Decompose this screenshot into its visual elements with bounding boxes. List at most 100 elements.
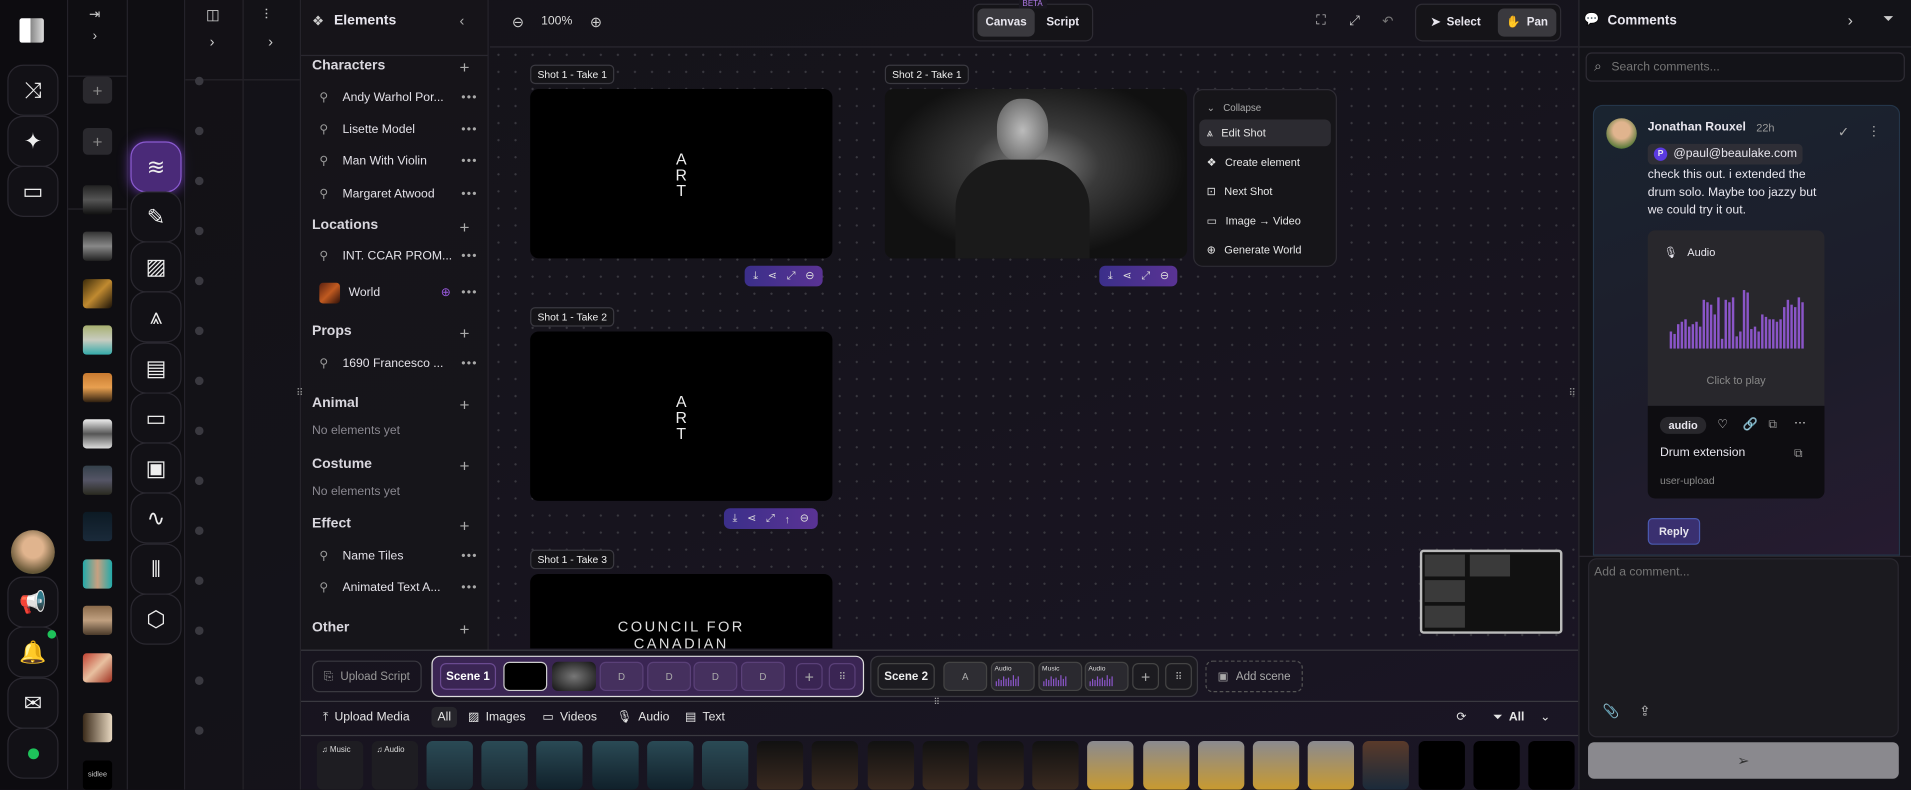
timeline-node[interactable]	[195, 276, 204, 286]
scene-placeholder[interactable]: A	[943, 661, 988, 692]
history-thumbnail[interactable]	[82, 653, 113, 683]
timeline-node[interactable]	[195, 326, 204, 336]
add-other-button[interactable]: +	[459, 619, 469, 639]
media-thumbnail[interactable]	[867, 741, 914, 790]
sparkles-icon[interactable]: ✦	[7, 115, 59, 167]
history-thumbnail[interactable]	[82, 465, 113, 495]
history-thumbnail[interactable]	[82, 559, 113, 589]
cube-icon[interactable]: ⬡	[130, 593, 182, 645]
history-thumbnail[interactable]	[82, 325, 113, 355]
drag-handle-icon[interactable]: ⠿	[1165, 663, 1192, 690]
media-thumbnail[interactable]	[702, 741, 749, 790]
history-thumbnail[interactable]	[82, 511, 113, 542]
resize-handle[interactable]: ⠿	[1569, 388, 1576, 399]
media-tab-audio[interactable]: 🎙 Audio	[617, 711, 670, 724]
remove-icon[interactable]: ⊖	[805, 269, 814, 282]
shot-card[interactable]: COUNCIL FOR CANADIAN	[530, 574, 833, 649]
add-character-button[interactable]: +	[459, 57, 469, 77]
folder-icon[interactable]: ▭	[7, 165, 59, 217]
image-icon[interactable]: ▨	[130, 241, 182, 293]
tab-script[interactable]: Script	[1038, 9, 1087, 37]
add-button[interactable]: +	[82, 76, 113, 104]
chevron-right-icon[interactable]: ›	[1848, 11, 1853, 29]
media-thumbnail[interactable]	[757, 741, 804, 790]
menu-image-to-video[interactable]: ▭ Image → Video	[1199, 207, 1331, 234]
more-icon[interactable]: •••	[461, 357, 477, 370]
scene-audio-clip[interactable]: Audio	[1084, 661, 1129, 692]
shot-card[interactable]	[884, 88, 1188, 259]
add-location-button[interactable]: +	[459, 217, 469, 237]
upload-media-button[interactable]: ⤒ Upload Media	[323, 711, 410, 724]
send-button[interactable]: ➢	[1588, 742, 1899, 779]
fullscreen-icon[interactable]: ⤢	[1349, 13, 1360, 29]
scene-1-label[interactable]: Scene 1	[439, 663, 497, 690]
folder-upload-icon[interactable]: ⇪	[1639, 703, 1650, 719]
scene-2-label[interactable]: Scene 2	[877, 663, 935, 690]
media-thumbnail[interactable]	[426, 741, 473, 790]
shot-card[interactable]: ART	[530, 331, 833, 501]
zoom-in-icon[interactable]: ⊕	[590, 13, 602, 30]
upload-script-button[interactable]: ⎘ Upload Script	[312, 660, 422, 693]
user-avatar[interactable]	[10, 530, 55, 575]
media-thumbnail[interactable]	[812, 741, 859, 790]
add-animal-button[interactable]: +	[459, 395, 469, 415]
media-thumbnail[interactable]	[977, 741, 1024, 790]
film-icon[interactable]: ▤	[130, 342, 182, 394]
timeline-node[interactable]	[195, 76, 204, 86]
element-item[interactable]: ⚲ Andy Warhol Por... •••	[319, 91, 477, 104]
timeline-node[interactable]	[195, 726, 204, 735]
scene-placeholder[interactable]: D	[599, 661, 644, 692]
add-effect-button[interactable]: +	[459, 516, 469, 536]
app-logo[interactable]	[19, 18, 44, 43]
clapperboard-icon[interactable]: ▣	[130, 442, 182, 494]
history-thumbnail[interactable]	[82, 419, 113, 449]
status-button[interactable]	[7, 727, 59, 779]
media-music-item[interactable]: ♫ Music	[316, 741, 364, 790]
layers-icon[interactable]: ≋	[130, 141, 182, 193]
layout-icon[interactable]: ◫	[206, 6, 220, 23]
element-item[interactable]: ⚲ Lisette Model •••	[319, 123, 477, 136]
resize-handle[interactable]: ⠿	[934, 697, 940, 707]
minimap[interactable]	[1419, 549, 1563, 634]
history-thumbnail[interactable]	[82, 279, 113, 309]
more-icon[interactable]: •••	[461, 123, 477, 136]
add-prop-button[interactable]: +	[459, 323, 469, 343]
sign-in-icon[interactable]: ⇥	[89, 6, 100, 22]
media-tab-text[interactable]: ▤ Text	[685, 711, 725, 724]
edit-icon[interactable]: ✎	[130, 191, 182, 243]
expand-icon[interactable]: ⤢	[787, 269, 796, 282]
select-tool-button[interactable]: ➤ Select	[1424, 9, 1489, 37]
element-item[interactable]: ⚲ Name Tiles •••	[319, 550, 477, 563]
reply-button[interactable]: Reply	[1647, 517, 1701, 545]
add-shot-button[interactable]: +	[1132, 663, 1160, 690]
heart-icon[interactable]: ♡	[1717, 418, 1728, 431]
element-item[interactable]: ⚲ Margaret Atwood •••	[319, 188, 477, 201]
element-item-world[interactable]: World ⊕ •••	[319, 282, 477, 304]
scene-shot-thumbnail[interactable]	[552, 661, 596, 692]
scene-placeholder[interactable]: D	[693, 661, 738, 692]
add-button[interactable]: +	[82, 127, 113, 155]
sliders-icon[interactable]: ⫶	[264, 6, 268, 24]
timeline-node[interactable]	[195, 376, 204, 386]
timeline-node[interactable]	[195, 476, 204, 486]
download-icon[interactable]: ⤓	[753, 269, 758, 282]
media-thumbnail[interactable]	[646, 741, 694, 790]
compass-icon[interactable]: ⩓	[130, 291, 182, 343]
menu-generate-world[interactable]: ⊕ Generate World	[1199, 236, 1331, 263]
media-thumbnail[interactable]	[1418, 741, 1465, 790]
megaphone-icon[interactable]: 📢	[7, 576, 59, 628]
element-item[interactable]: ⚲ Man With Violin •••	[319, 155, 477, 168]
timeline-node[interactable]	[195, 576, 204, 585]
add-comment-input[interactable]	[1594, 565, 1887, 688]
chevron-right-icon[interactable]: ›	[210, 33, 215, 50]
scene-music-clip[interactable]: Music	[1038, 661, 1083, 692]
download-icon[interactable]: ⤓	[1108, 269, 1113, 282]
more-icon[interactable]: ⋯	[1794, 417, 1806, 430]
mention-chip[interactable]: P @paul@beaulake.com	[1647, 143, 1804, 165]
add-costume-button[interactable]: +	[459, 456, 469, 476]
history-thumbnail[interactable]	[82, 185, 113, 215]
waveform-icon[interactable]: ∿	[130, 492, 182, 544]
media-thumbnail[interactable]	[1032, 741, 1079, 790]
share-icon[interactable]: ⋖	[1122, 269, 1131, 282]
media-thumbnail[interactable]	[1307, 741, 1355, 790]
